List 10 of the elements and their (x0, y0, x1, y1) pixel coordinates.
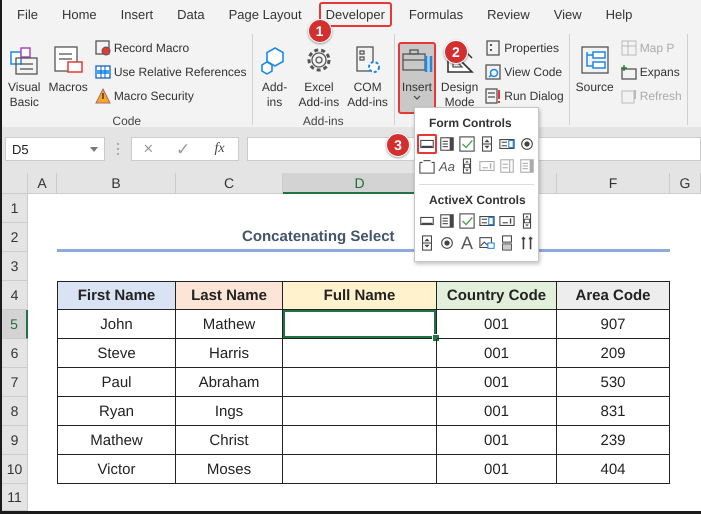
group-label: Add-ins (302, 114, 344, 128)
group-label: Code (112, 114, 142, 128)
table-header: Country Code (437, 281, 557, 310)
table-header: Full Name (283, 281, 437, 310)
menu-section-title: Form Controls (428, 115, 513, 132)
table-header: First Name (57, 281, 176, 310)
step-badge: 2 (444, 40, 468, 64)
menu-section-title: ActiveX Controls (428, 192, 527, 209)
table-header: Last Name (176, 281, 283, 310)
table-header: Area Code (557, 281, 670, 310)
